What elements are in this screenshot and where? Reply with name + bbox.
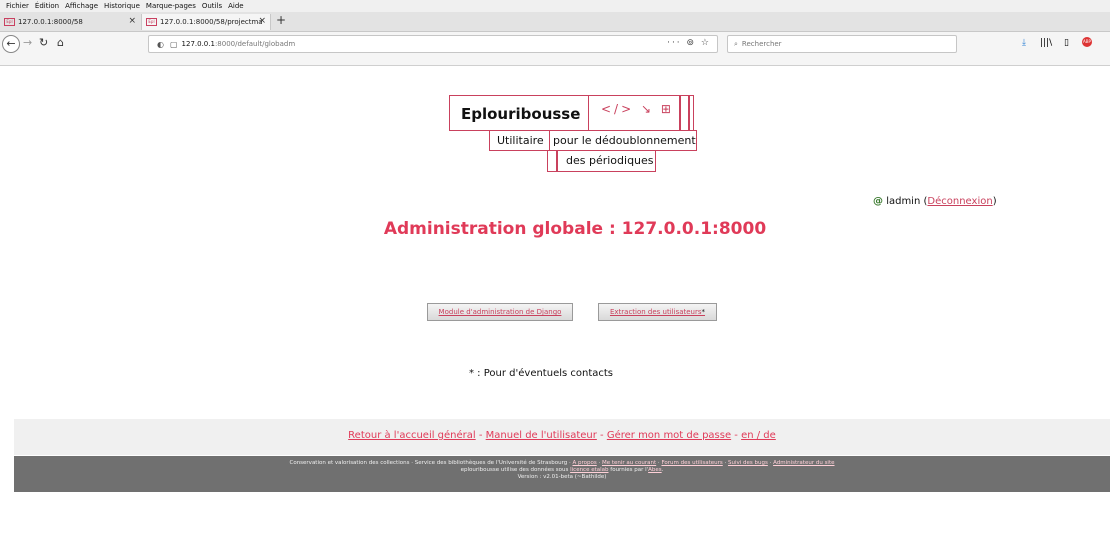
at-icon: @ — [873, 196, 883, 207]
menu-view[interactable]: Affichage — [65, 2, 98, 10]
library-icon[interactable]: |||\ — [1040, 38, 1052, 48]
separator: - — [596, 430, 607, 441]
about-link[interactable]: A propos — [573, 460, 597, 466]
tab-title: 127.0.0.1:8000/58 — [18, 18, 83, 26]
footer-line-2: eplouribousse utilise des données sous l… — [14, 467, 1110, 474]
menu-help[interactable]: Aide — [228, 2, 243, 10]
search-icon: ⌕ — [734, 39, 738, 48]
tab-2[interactable]: Epl 127.0.0.1:8000/58/projectma × — [141, 14, 271, 30]
contacts-note: * : Pour d'éventuels contacts — [469, 368, 614, 379]
menu-bar: Fichier Édition Affichage Historique Mar… — [0, 0, 1110, 12]
menu-history[interactable]: Historique — [104, 2, 140, 10]
tab-1[interactable]: Epl 127.0.0.1:8000/58 × — [0, 14, 140, 30]
abes-link[interactable]: Abes — [648, 467, 662, 473]
version-text: Version : v2.01-beta (~Bathilde) — [517, 474, 607, 480]
shield-icon[interactable]: ◐ — [157, 40, 164, 49]
adblock-icon[interactable]: ABP — [1082, 37, 1092, 47]
favicon-icon: Epl — [4, 18, 15, 26]
footer-credits: Conservation et valorisation des collect… — [289, 460, 573, 466]
extract-users-label: Extraction des utilisateurs — [609, 308, 702, 316]
forward-arrow-icon[interactable]: → — [23, 36, 32, 49]
separator: - — [731, 430, 742, 441]
close-tab-icon[interactable]: × — [258, 16, 266, 26]
separator: - — [475, 430, 486, 441]
logo-icons: </> ↘ ⊞ — [601, 102, 674, 116]
menu-file[interactable]: Fichier — [6, 2, 29, 10]
new-tab-button[interactable]: + — [276, 13, 286, 27]
footer-info: Conservation et valorisation des collect… — [14, 456, 1110, 492]
sidebar-icon[interactable]: ▯ — [1064, 38, 1069, 48]
menu-tools[interactable]: Outils — [202, 2, 222, 10]
menu-edit[interactable]: Édition — [35, 2, 59, 10]
url-bar[interactable]: ◐ ▢ 127.0.0.1:8000/default/globadm ··· ⊚… — [148, 35, 718, 53]
home-link[interactable]: Retour à l'accueil général — [348, 430, 476, 441]
logout-link[interactable]: Déconnexion — [927, 196, 992, 207]
back-arrow-icon[interactable]: ← — [2, 35, 20, 53]
period: . — [661, 467, 664, 473]
footer-line-1: Conservation et valorisation des collect… — [14, 460, 1110, 467]
close-tab-icon[interactable]: × — [128, 16, 136, 26]
tab-title: 127.0.0.1:8000/58/projectma — [160, 18, 263, 26]
search-placeholder: Rechercher — [741, 40, 782, 48]
nav-bar: ← → ↻ ⌂ ◐ ▢ 127.0.0.1:8000/default/globa… — [0, 32, 1110, 66]
provider-text: fournies par l' — [608, 467, 649, 473]
page-info-icon[interactable]: ▢ — [170, 40, 178, 49]
forum-link[interactable]: Forum des utilisateurs — [661, 460, 722, 466]
logo-text-periodiques: des périodiques — [566, 154, 654, 167]
user-status: @ ladmin (Déconnexion) — [873, 196, 997, 207]
tab-strip: Epl 127.0.0.1:8000/58 × Epl 127.0.0.1:80… — [0, 12, 1110, 32]
language-link[interactable]: en / de — [741, 430, 776, 441]
url-host: 127.0.0.1 — [181, 40, 215, 48]
url-path: :8000/default/globadm — [214, 40, 296, 48]
paren-close: ) — [992, 196, 997, 207]
extract-users-button[interactable]: Extraction des utilisateurs * — [598, 303, 717, 321]
django-admin-button[interactable]: Module d'administration de Django — [427, 303, 573, 321]
download-icon[interactable]: ⤓ — [1022, 38, 1026, 48]
favicon-icon: Epl — [146, 18, 157, 26]
licence-text: eplouribousse utilise des données sous — [460, 467, 571, 473]
reload-icon[interactable]: ↻ — [39, 36, 48, 49]
page-title: Administration globale : 127.0.0.1:8000 — [383, 219, 767, 239]
search-input[interactable]: ⌕ Rechercher — [727, 35, 957, 53]
asterisk: * — [701, 308, 706, 316]
username: ladmin — [886, 196, 921, 207]
logo-text-utilitaire: Utilitaire — [497, 134, 544, 147]
logo-title: Eplouribousse — [461, 105, 581, 123]
bugs-link[interactable]: Suivi des bugs — [728, 460, 768, 466]
site-admin-link[interactable]: Administrateur du site — [773, 460, 834, 466]
logo: Eplouribousse </> ↘ ⊞ Utilitaire pour le… — [449, 95, 699, 175]
licence-link[interactable]: licence etalab — [570, 467, 608, 473]
home-icon[interactable]: ⌂ — [57, 36, 64, 49]
manual-link[interactable]: Manuel de l'utilisateur — [486, 430, 597, 441]
footer-links: Retour à l'accueil général - Manuel de l… — [14, 419, 1110, 455]
menu-bookmarks[interactable]: Marque-pages — [146, 2, 196, 10]
password-link[interactable]: Gérer mon mot de passe — [607, 430, 731, 441]
page-actions-icon[interactable]: ··· ⊚ ☆ — [667, 38, 711, 48]
logo-text-dedoublonnement: pour le dédoublonnement — [553, 134, 696, 147]
keep-informed-link[interactable]: Me tenir au courant — [602, 460, 656, 466]
